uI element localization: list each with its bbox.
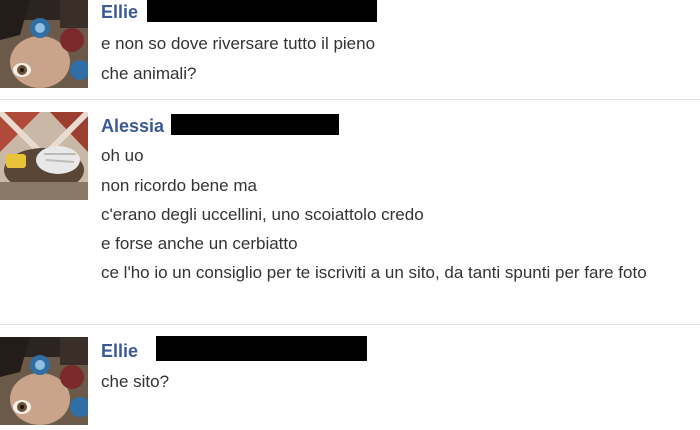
avatar-ellie-photo — [0, 0, 88, 88]
sender-name[interactable]: Ellie — [101, 341, 138, 362]
message-line: ce l'ho io un consiglio per te iscriviti… — [101, 263, 647, 282]
message-line: e non so dove riversare tutto il pieno — [101, 34, 376, 53]
sender-name[interactable]: Alessia — [101, 116, 164, 137]
avatar-ellie[interactable] — [0, 337, 88, 425]
avatar-alessia-photo — [0, 112, 88, 200]
chat-thread: Ellie e non so dove riversare tutto il p… — [0, 0, 700, 430]
message-line: e forse anche un cerbiatto — [101, 234, 298, 253]
message-line: che sito? — [101, 372, 170, 391]
message-line: che animali? — [101, 64, 197, 83]
message-line: oh uo — [101, 146, 144, 165]
redaction-bar — [171, 114, 339, 135]
message-line: non ricordo bene ma — [101, 176, 257, 195]
message-group-ellie-2: Ellie che sito? — [0, 325, 700, 430]
message-group-ellie-1: Ellie e non so dove riversare tutto il p… — [0, 0, 700, 98]
avatar-alessia[interactable] — [0, 112, 88, 200]
message-line: c'erano degli uccellini, uno scoiattolo … — [101, 205, 424, 224]
sender-name[interactable]: Ellie — [101, 2, 138, 23]
redaction-bar — [156, 336, 367, 361]
avatar-ellie-photo — [0, 337, 88, 425]
redaction-bar — [147, 0, 377, 22]
message-group-alessia: Alessia oh uo non ricordo bene ma c'eran… — [0, 100, 700, 324]
avatar-ellie[interactable] — [0, 0, 88, 88]
